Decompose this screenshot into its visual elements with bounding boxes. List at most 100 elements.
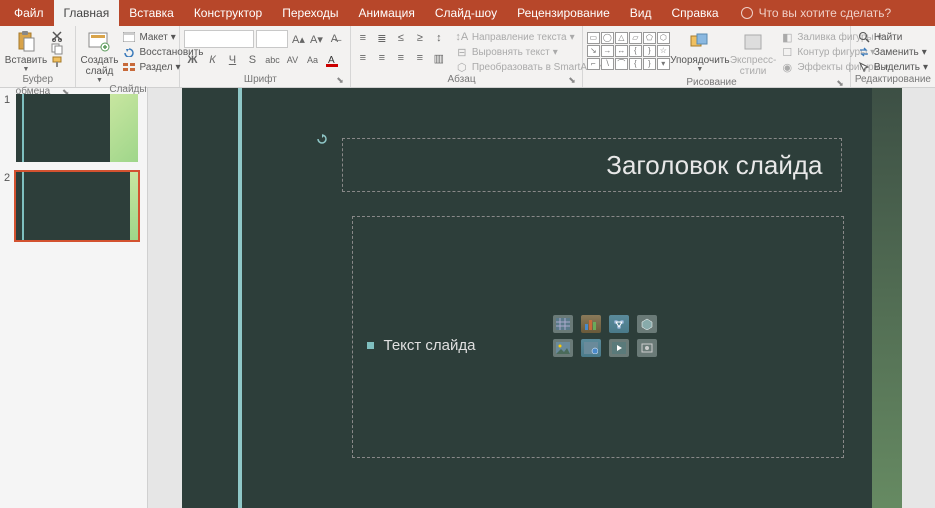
insert-table-icon[interactable] — [553, 315, 573, 333]
group-editing-label: Редактирование — [855, 74, 931, 85]
insert-picture-icon[interactable] — [553, 339, 573, 357]
font-size-combo[interactable] — [256, 30, 288, 48]
select-button[interactable]: Выделить ▾ — [855, 60, 930, 74]
columns-button[interactable]: ▥ — [431, 50, 447, 66]
slide-thumbnail-2[interactable] — [16, 172, 138, 240]
slide-thumbnails-panel: 1 2 — [0, 88, 148, 508]
paste-icon — [12, 30, 40, 54]
group-paragraph-label: Абзац — [448, 74, 476, 85]
italic-button[interactable]: К — [204, 52, 220, 68]
text-direction-icon: ↕A — [455, 31, 469, 43]
slide-canvas-area[interactable]: Заголовок слайда Текст слайда — [148, 88, 935, 508]
group-font-label: Шрифт — [244, 74, 277, 85]
convert-smartart-button[interactable]: ⬡Преобразовать в SmartArt ▾ — [453, 60, 603, 74]
char-spacing-button[interactable]: AV — [284, 52, 300, 68]
font-color-button[interactable]: A — [324, 52, 340, 68]
group-font: A▴ A▾ A̶ Ж К Ч S abc AV Aa A Шрифт ⬊ — [180, 26, 350, 87]
arrange-button[interactable]: Упорядочить ▼ — [672, 28, 728, 73]
group-slides: Создать слайд ▼ Макет ▾ Восстановить Раз… — [76, 26, 180, 87]
replace-icon — [857, 46, 871, 58]
group-drawing-label: Рисование — [686, 77, 736, 88]
bullets-button[interactable]: ≡ — [355, 30, 371, 46]
strike-button[interactable]: S — [244, 52, 260, 68]
layout-icon — [122, 31, 136, 43]
content-insert-icons — [553, 315, 659, 359]
align-right-button[interactable]: ≡ — [393, 50, 409, 66]
line-spacing-button[interactable]: ↕ — [431, 30, 447, 46]
paste-button[interactable]: Вставить ▼ — [4, 28, 48, 73]
font-family-combo[interactable] — [184, 30, 254, 48]
slide-gradient-edge — [872, 88, 902, 508]
quick-styles-button[interactable]: Экспресс- стили — [730, 28, 777, 77]
tell-me-label: Что вы хотите сделать? — [759, 6, 892, 20]
arrange-icon — [686, 30, 714, 54]
tab-animations[interactable]: Анимация — [349, 0, 425, 26]
new-slide-icon — [85, 30, 113, 54]
outline-icon: ☐ — [780, 46, 794, 58]
numbering-button[interactable]: ≣ — [374, 30, 390, 46]
bold-button[interactable]: Ж — [184, 52, 200, 68]
tab-slideshow[interactable]: Слайд-шоу — [425, 0, 507, 26]
text-direction-button[interactable]: ↕AНаправление текста ▾ — [453, 30, 603, 44]
group-paragraph: ≡ ≣ ≤ ≥ ↕ ≡ ≡ ≡ ≡ ▥ ↕AНаправление текста… — [351, 26, 583, 87]
title-placeholder[interactable]: Заголовок слайда — [342, 138, 842, 192]
slide-accent-bar — [238, 88, 242, 508]
insert-smartart-icon[interactable] — [609, 315, 629, 333]
tab-home[interactable]: Главная — [54, 0, 120, 26]
decrease-font-icon[interactable]: A▾ — [308, 31, 324, 47]
tab-file[interactable]: Файл — [4, 0, 54, 26]
shadow-button[interactable]: abc — [264, 52, 280, 68]
content-placeholder[interactable]: Текст слайда — [352, 216, 844, 458]
dialog-launcher-icon[interactable]: ⬊ — [568, 74, 576, 86]
paste-label: Вставить — [5, 55, 47, 66]
insert-chart-icon[interactable] — [581, 315, 601, 333]
insert-online-picture-icon[interactable] — [581, 339, 601, 357]
slide-thumbnail-1[interactable] — [16, 94, 138, 162]
quick-styles-icon — [739, 30, 767, 54]
insert-3d-icon[interactable] — [637, 315, 657, 333]
content-placeholder-text: Текст слайда — [384, 337, 476, 354]
tab-insert[interactable]: Вставка — [119, 0, 184, 26]
increase-font-icon[interactable]: A▴ — [290, 31, 306, 47]
increase-indent-button[interactable]: ≥ — [412, 30, 428, 46]
cut-icon[interactable] — [50, 30, 64, 42]
thumb-number: 2 — [4, 172, 12, 184]
dialog-launcher-icon[interactable]: ⬊ — [336, 74, 344, 86]
align-text-button[interactable]: ⊟Выровнять текст ▾ — [453, 45, 603, 59]
insert-icon-icon[interactable] — [637, 339, 657, 357]
reset-icon — [122, 46, 136, 58]
shapes-gallery[interactable]: ▭◯△▱⬠⬡ ↘→↔{}☆ ⌐∖⌒{}▾ — [587, 32, 670, 70]
align-left-button[interactable]: ≡ — [355, 50, 371, 66]
tab-help[interactable]: Справка — [661, 0, 728, 26]
tab-view[interactable]: Вид — [620, 0, 662, 26]
arrange-label: Упорядочить — [670, 55, 730, 66]
align-text-icon: ⊟ — [455, 46, 469, 58]
tab-design[interactable]: Конструктор — [184, 0, 272, 26]
rotation-handle-icon[interactable] — [317, 134, 327, 144]
format-painter-icon[interactable] — [50, 56, 64, 68]
align-center-button[interactable]: ≡ — [374, 50, 390, 66]
bullet-icon — [367, 342, 374, 349]
decrease-indent-button[interactable]: ≤ — [393, 30, 409, 46]
select-icon — [857, 61, 871, 73]
chevron-down-icon: ▼ — [696, 66, 703, 73]
clear-format-icon[interactable]: A̶ — [326, 31, 342, 47]
change-case-button[interactable]: Aa — [304, 52, 320, 68]
bulb-icon — [741, 7, 753, 19]
copy-icon[interactable] — [50, 43, 64, 55]
tell-me-search[interactable]: Что вы хотите сделать? — [741, 0, 892, 26]
group-editing: Найти Заменить ▾ Выделить ▾ Редактирован… — [851, 26, 935, 87]
insert-video-icon[interactable] — [609, 339, 629, 357]
smartart-icon: ⬡ — [455, 61, 469, 73]
tab-review[interactable]: Рецензирование — [507, 0, 620, 26]
replace-button[interactable]: Заменить ▾ — [855, 45, 930, 59]
new-slide-button[interactable]: Создать слайд ▼ — [80, 28, 118, 84]
slide[interactable]: Заголовок слайда Текст слайда — [182, 88, 902, 508]
chevron-down-icon: ▼ — [23, 66, 30, 73]
new-slide-label: Создать слайд — [80, 55, 118, 77]
find-button[interactable]: Найти — [855, 30, 930, 44]
justify-button[interactable]: ≡ — [412, 50, 428, 66]
tab-transitions[interactable]: Переходы — [272, 0, 348, 26]
underline-button[interactable]: Ч — [224, 52, 240, 68]
ribbon-tabs: Файл Главная Вставка Конструктор Переход… — [0, 0, 935, 26]
